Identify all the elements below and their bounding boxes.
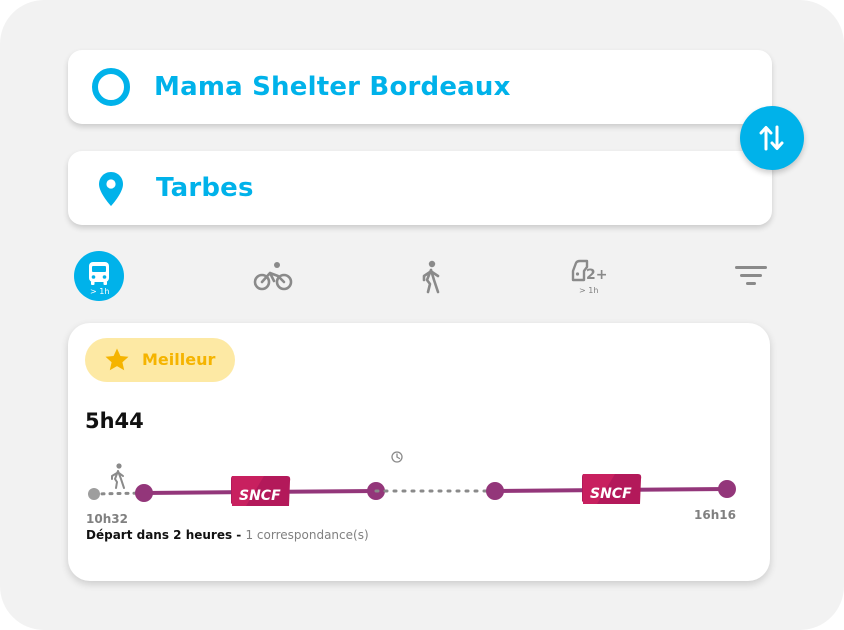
origin-ring-icon <box>92 68 130 106</box>
mode-public-transport[interactable]: > 1h <box>74 251 124 301</box>
route-result-card[interactable]: Meilleur 5h44 SNCF SNCF 10h32 16h16 Dépa… <box>68 323 770 581</box>
origin-field[interactable]: Mama Shelter Bordeaux <box>68 50 772 124</box>
sncf-logo: SNCF <box>231 476 291 506</box>
mode-sub-label: > 1h <box>579 286 599 295</box>
destination-label: Tarbes <box>156 173 254 203</box>
arrival-time: 16h16 <box>694 508 736 522</box>
train-stop-dot <box>135 484 153 502</box>
svg-text:SNCF: SNCF <box>239 488 281 504</box>
destination-field[interactable]: Tarbes <box>68 151 772 225</box>
trip-summary: Départ dans 2 heures - 1 correspondance(… <box>86 528 369 542</box>
sncf-logo: SNCF <box>582 474 642 504</box>
clock-icon <box>391 451 403 463</box>
transfer-count: 1 correspondance(s) <box>245 528 369 542</box>
mode-sub-label: > 1h <box>90 287 110 296</box>
train-stop-dot <box>486 482 504 500</box>
filter-icon[interactable] <box>735 266 767 288</box>
mode-selector: > 1h 2+ > 1h <box>0 250 844 310</box>
svg-text:2+: 2+ <box>586 267 607 283</box>
app-frame: Mama Shelter Bordeaux Tarbes > 1h 2+ > 1… <box>0 0 844 630</box>
walk-icon[interactable] <box>418 260 444 294</box>
carpool-icon: 2+ <box>571 259 607 283</box>
train-stop-dot <box>718 480 736 498</box>
walk-segment-icon <box>111 463 125 489</box>
swap-button[interactable] <box>740 106 804 170</box>
svg-text:SNCF: SNCF <box>590 486 632 502</box>
swap-arrows-icon <box>759 125 784 151</box>
departure-time: 10h32 <box>86 512 128 526</box>
route-timeline: SNCF SNCF <box>88 451 736 506</box>
location-pin-icon <box>99 172 123 206</box>
bike-icon[interactable] <box>253 260 293 292</box>
mode-carpool[interactable]: 2+ > 1h <box>570 259 610 303</box>
start-dot <box>88 488 100 500</box>
origin-label: Mama Shelter Bordeaux <box>154 72 511 102</box>
departure-note: Départ dans 2 heures - <box>86 528 246 542</box>
